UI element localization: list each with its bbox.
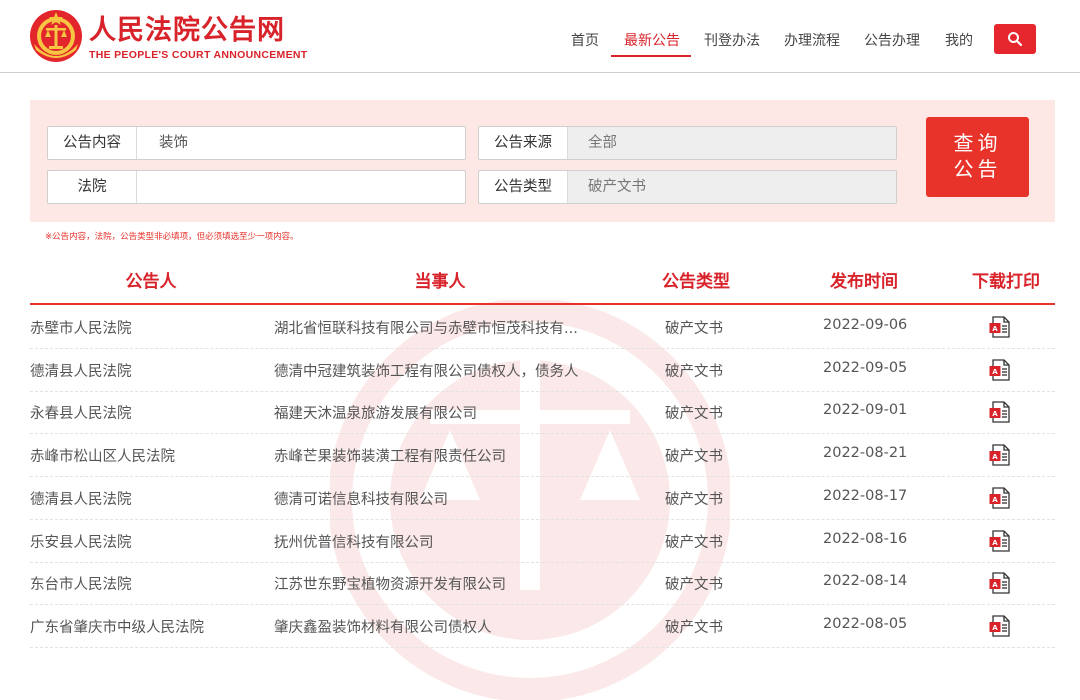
table-row[interactable]: 东台市人民法院 江苏世东野宝植物资源开发有限公司 破产文书 2022-08-14 A <box>30 561 1055 606</box>
header-download: 下载打印 <box>972 272 1040 292</box>
row-type: 破产文书 <box>665 449 723 466</box>
site-subtitle: THE PEOPLE'S COURT ANNOUNCEMENT <box>89 49 308 61</box>
type-field[interactable]: 公告类型 破产文书 <box>478 170 897 204</box>
row-type: 破产文书 <box>665 321 723 337</box>
source-select[interactable]: 全部 <box>568 127 896 159</box>
pdf-icon[interactable]: A <box>988 400 1012 424</box>
court-field[interactable]: 法院 <box>47 170 466 204</box>
row-date: 2022-08-17 <box>823 487 908 504</box>
table-row[interactable]: 赤壁市人民法院 湖北省恒联科技有限公司与赤壁市恒茂科技有... 破产文书 2022-0… <box>30 305 1055 349</box>
row-party[interactable]: 福建天沐温泉旅游发展有限公司 <box>274 402 594 423</box>
row-date: 2022-08-21 <box>823 445 908 462</box>
nav-mine[interactable]: 我的 <box>945 30 973 50</box>
pdf-icon[interactable]: A <box>988 614 1012 638</box>
row-court[interactable]: 德清县人民法院 <box>30 488 132 509</box>
table-row[interactable]: 德清县人民法院 德清可诺信息科技有限公司 破产文书 2022-08-17 A <box>30 476 1055 520</box>
content-label: 公告内容 <box>48 127 137 159</box>
source-label: 公告来源 <box>479 127 568 159</box>
row-party[interactable]: 肇庆鑫盈装饰材料有限公司债权人 <box>274 616 594 637</box>
table-row[interactable]: 永春县人民法院 福建天沐温泉旅游发展有限公司 破产文书 2022-09-01 A <box>30 390 1055 435</box>
header-date: 发布时间 <box>830 272 898 292</box>
query-button-line2: 公告 <box>953 157 1002 181</box>
row-party[interactable]: 德清中冠建筑装饰工程有限公司债权人，债务人 <box>274 360 594 381</box>
row-party[interactable]: 江苏世东野宝植物资源开发有限公司 <box>274 573 594 594</box>
row-court[interactable]: 赤峰市松山区人民法院 <box>30 445 175 466</box>
query-button-line1: 查询 <box>953 131 1002 155</box>
table-row[interactable]: 德清县人民法院 德清中冠建筑装饰工程有限公司债权人，债务人 破产文书 2022-09-… <box>30 348 1055 392</box>
table-row[interactable]: 乐安县人民法院 抚州优普信科技有限公司 破产文书 2022-08-16 A <box>30 519 1055 563</box>
svg-text:A: A <box>992 368 998 376</box>
svg-text:A: A <box>992 539 998 547</box>
pdf-icon[interactable]: A <box>988 571 1012 595</box>
nav-publish-method[interactable]: 刊登办法 <box>704 30 760 50</box>
pdf-icon[interactable]: A <box>988 358 1012 382</box>
row-court[interactable]: 乐安县人民法院 <box>30 531 132 552</box>
required-hint: ※公告内容，法院，公告类型非必填项，但必须填选至少一项内容。 <box>45 232 299 242</box>
site-title[interactable]: 人民法院公告网 <box>89 8 285 47</box>
row-type: 破产文书 <box>665 534 723 551</box>
header-party: 当事人 <box>414 272 466 292</box>
row-court[interactable]: 德清县人民法院 <box>30 360 132 381</box>
pdf-icon[interactable]: A <box>988 529 1012 553</box>
nav-latest[interactable]: 最新公告 <box>624 30 680 50</box>
court-emblem-icon[interactable] <box>28 6 84 64</box>
pdf-icon[interactable]: A <box>988 315 1012 339</box>
svg-text:A: A <box>992 325 998 333</box>
content-input[interactable]: 装饰 <box>137 127 465 159</box>
svg-text:A: A <box>992 453 998 461</box>
svg-text:A: A <box>992 581 998 589</box>
row-type: 破产文书 <box>665 491 723 508</box>
row-type: 破产文书 <box>665 406 723 423</box>
row-date: 2022-09-06 <box>823 317 908 333</box>
row-court[interactable]: 东台市人民法院 <box>30 573 132 594</box>
nav-handle[interactable]: 公告办理 <box>864 30 920 50</box>
type-label: 公告类型 <box>479 171 568 203</box>
row-type: 破产文书 <box>665 619 723 636</box>
table-row[interactable]: 广东省肇庆市中级人民法院 肇庆鑫盈装饰材料有限公司债权人 破产文书 2022-08-0… <box>30 604 1055 648</box>
row-date: 2022-09-05 <box>823 359 908 376</box>
svg-text:A: A <box>992 410 998 418</box>
pdf-icon[interactable]: A <box>988 443 1012 467</box>
source-field[interactable]: 公告来源 全部 <box>478 126 897 160</box>
content-field[interactable]: 公告内容 装饰 <box>47 126 466 160</box>
nav-active-indicator <box>611 55 691 57</box>
nav-home[interactable]: 首页 <box>571 30 599 50</box>
query-button[interactable]: 查询 公告 <box>926 117 1029 197</box>
row-date: 2022-08-05 <box>823 615 908 632</box>
header-announcer: 公告人 <box>125 272 177 292</box>
svg-text:A: A <box>992 624 998 632</box>
row-party[interactable]: 湖北省恒联科技有限公司与赤壁市恒茂科技有... <box>274 317 594 338</box>
row-court[interactable]: 赤壁市人民法院 <box>30 317 132 338</box>
row-court[interactable]: 永春县人民法院 <box>30 402 132 423</box>
row-date: 2022-08-16 <box>823 530 908 547</box>
court-input[interactable] <box>137 171 465 203</box>
row-type: 破产文书 <box>665 363 723 380</box>
row-type: 破产文书 <box>665 577 723 594</box>
table-row[interactable]: 赤峰市松山区人民法院 赤峰芒果装饰装潢工程有限责任公司 破产文书 2022-08-21… <box>30 433 1055 478</box>
row-party[interactable]: 抚州优普信科技有限公司 <box>274 531 594 552</box>
row-date: 2022-08-14 <box>823 573 908 590</box>
header-type: 公告类型 <box>662 272 730 292</box>
search-icon <box>1008 32 1023 47</box>
row-party[interactable]: 赤峰芒果装饰装潢工程有限责任公司 <box>274 445 594 466</box>
nav-process[interactable]: 办理流程 <box>784 30 840 50</box>
table-header: 公告人 当事人 公告类型 发布时间 下载打印 <box>30 258 1055 305</box>
svg-text:A: A <box>992 496 998 504</box>
row-party[interactable]: 德清可诺信息科技有限公司 <box>274 488 594 509</box>
type-select[interactable]: 破产文书 <box>568 171 896 203</box>
header: 人民法院公告网 THE PEOPLE'S COURT ANNOUNCEMENT … <box>0 0 1080 73</box>
row-court[interactable]: 广东省肇庆市中级人民法院 <box>30 616 204 637</box>
pdf-icon[interactable]: A <box>988 486 1012 510</box>
court-label: 法院 <box>48 171 137 203</box>
row-date: 2022-09-01 <box>823 402 908 419</box>
search-button[interactable] <box>994 24 1036 54</box>
